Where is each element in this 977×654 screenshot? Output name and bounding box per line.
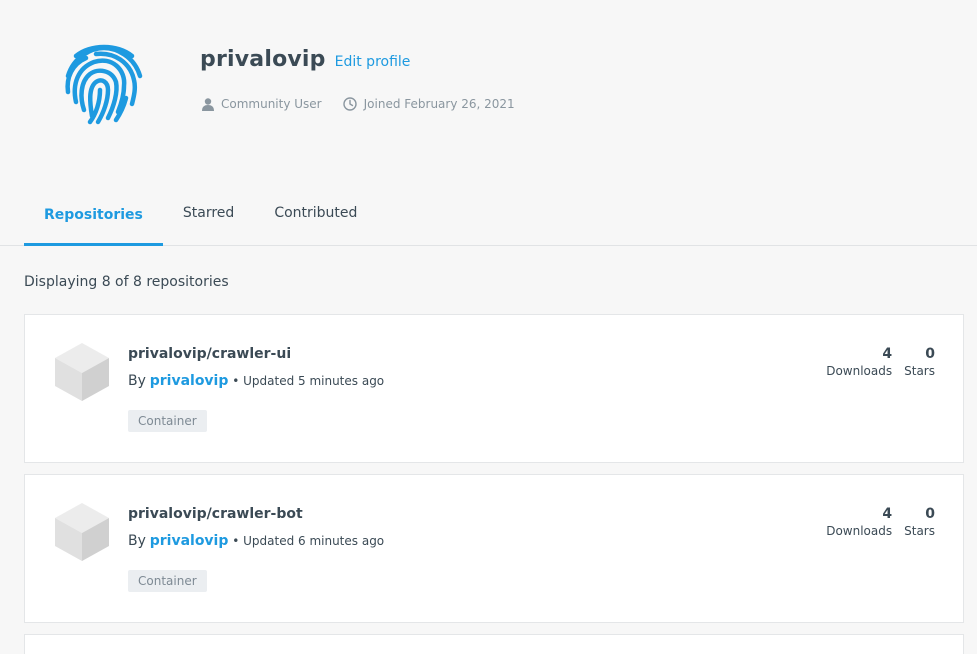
repository-type-badge: Container — [128, 570, 207, 592]
tab-starred[interactable]: Starred — [163, 183, 254, 243]
stars-stat: 0 Stars — [904, 506, 935, 540]
by-label: By — [128, 533, 146, 549]
tab-contributed[interactable]: Contributed — [254, 183, 377, 243]
downloads-stat: 4 Downloads — [826, 506, 892, 540]
repository-updated: • Updated 6 minutes ago — [232, 534, 385, 548]
tab-repositories[interactable]: Repositories — [24, 186, 163, 246]
downloads-count: 4 — [882, 506, 893, 522]
stars-stat: 0 Stars — [904, 346, 935, 380]
profile-username: privalovip — [200, 47, 326, 72]
stars-label: Stars — [904, 524, 935, 538]
profile-role: Community User — [202, 97, 322, 111]
downloads-stat: 4 Downloads — [826, 346, 892, 380]
by-label: By — [128, 373, 146, 389]
repository-card[interactable]: privalovip/crawler-ui By privalovip • Up… — [24, 314, 964, 463]
repository-name[interactable]: privalovip/crawler-ui — [128, 346, 291, 362]
profile-meta: Community User Joined February 26, 2021 — [202, 97, 536, 111]
profile-tabs: Repositories Starred Contributed — [24, 186, 377, 246]
joined-date: Joined February 26, 2021 — [363, 97, 515, 111]
repository-updated: • Updated 5 minutes ago — [232, 374, 385, 388]
downloads-label: Downloads — [826, 364, 893, 378]
repository-type-badge: Container — [128, 410, 207, 432]
profile-name-row: privalovip Edit profile — [200, 47, 410, 72]
profile-header: privalovip Edit profile Community User J… — [0, 0, 977, 246]
repository-stats: 4 Downloads 0 Stars — [814, 346, 935, 380]
repository-card-partial[interactable] — [24, 634, 964, 654]
downloads-label: Downloads — [826, 524, 893, 538]
stars-label: Stars — [904, 364, 935, 378]
cube-icon — [55, 503, 109, 561]
edit-profile-link[interactable]: Edit profile — [335, 54, 411, 70]
user-icon — [202, 97, 214, 111]
repository-author-link[interactable]: privalovip — [150, 533, 229, 549]
repository-card[interactable]: privalovip/crawler-bot By privalovip • U… — [24, 474, 964, 623]
stars-count: 0 — [925, 346, 935, 362]
repository-byline: By privalovip • Updated 6 minutes ago — [128, 533, 384, 549]
fingerprint-icon — [62, 42, 146, 128]
repository-count: Displaying 8 of 8 repositories — [24, 274, 229, 290]
clock-icon — [342, 97, 357, 111]
profile-joined: Joined February 26, 2021 — [342, 97, 515, 111]
role-label: Community User — [221, 97, 322, 111]
repositories-section: Displaying 8 of 8 repositories privalovi… — [0, 246, 977, 654]
stars-count: 0 — [925, 506, 935, 522]
cube-icon — [55, 343, 109, 401]
repository-byline: By privalovip • Updated 5 minutes ago — [128, 373, 384, 389]
repository-author-link[interactable]: privalovip — [150, 373, 229, 389]
repository-name[interactable]: privalovip/crawler-bot — [128, 506, 303, 522]
repository-stats: 4 Downloads 0 Stars — [814, 506, 935, 540]
downloads-count: 4 — [882, 346, 893, 362]
